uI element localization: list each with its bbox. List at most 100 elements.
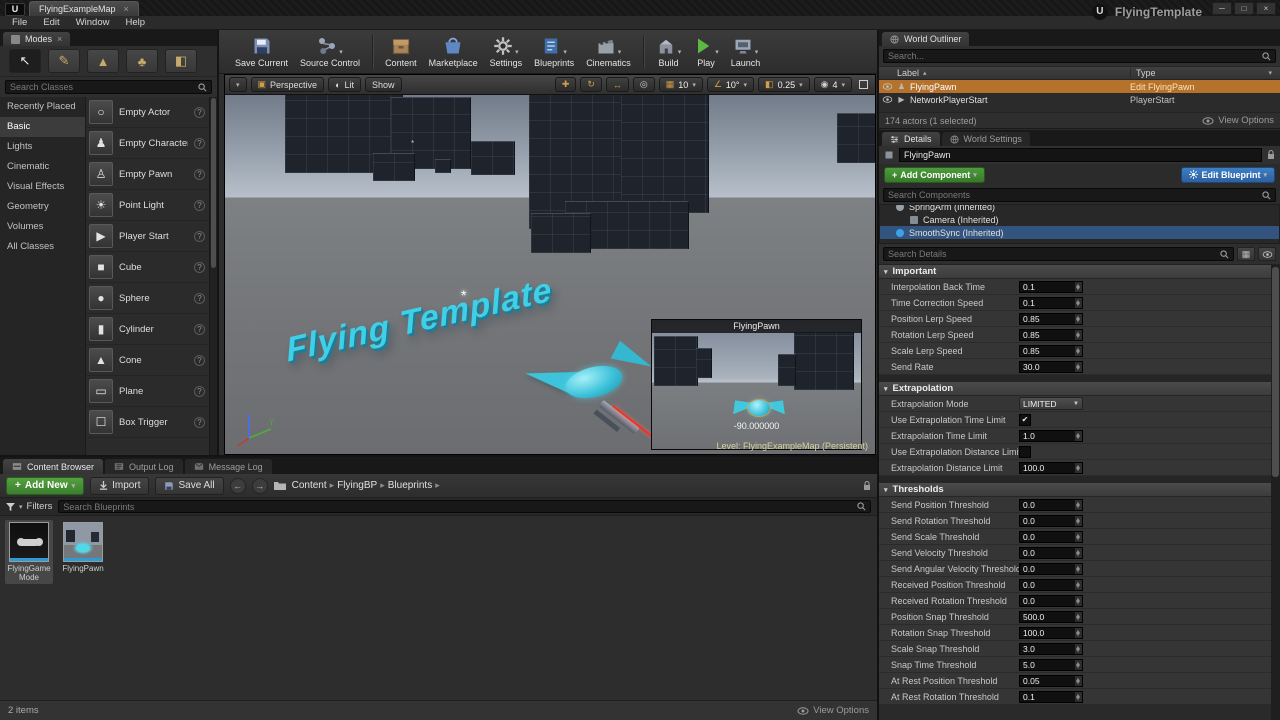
placeable-item[interactable]: ■ Cube ? <box>86 252 209 283</box>
spinner-icon[interactable] <box>1075 612 1082 622</box>
visibility-eye-icon[interactable] <box>882 83 893 90</box>
editor-mode-button[interactable]: ↖ <box>9 49 41 73</box>
close-button[interactable]: × <box>1256 2 1276 15</box>
spinner-icon[interactable] <box>1075 330 1082 340</box>
save-current-button[interactable]: Save Current <box>235 36 288 68</box>
property-value-field[interactable]: 0.05 <box>1019 675 1083 687</box>
viewport-options-button[interactable]: ▾ <box>229 77 247 92</box>
filters-button[interactable]: ▾ Filters <box>6 501 52 512</box>
modes-scrollbar[interactable] <box>209 97 217 455</box>
help-icon[interactable]: ? <box>194 293 205 304</box>
property-value-field[interactable]: 0.0 <box>1019 579 1083 591</box>
world-coordinate-button[interactable]: ◎ <box>633 77 655 92</box>
lock-icon[interactable] <box>863 481 871 491</box>
placeable-item[interactable]: ▮ Cylinder ? <box>86 314 209 345</box>
spinner-icon[interactable] <box>1075 564 1082 574</box>
tab-content-browser[interactable]: Content Browser <box>3 459 103 474</box>
spinner-icon[interactable] <box>1075 628 1082 638</box>
spinner-icon[interactable] <box>1075 431 1082 441</box>
tab-world-settings[interactable]: World Settings <box>942 132 1030 146</box>
property-value-field[interactable]: 0.85 <box>1019 345 1083 357</box>
scrollbar-thumb[interactable] <box>211 98 216 268</box>
static-mesh-cube[interactable] <box>837 113 875 163</box>
spinner-icon[interactable] <box>1075 463 1082 473</box>
help-icon[interactable]: ? <box>194 324 205 335</box>
scale-tool-button[interactable]: ↔ <box>606 77 629 92</box>
actor-type[interactable]: PlayerStart <box>1130 95 1280 105</box>
outliner-row[interactable]: ♟ FlyingPawn Edit FlyingPawn <box>879 80 1280 93</box>
back-button[interactable]: ← <box>230 478 246 494</box>
search-classes-box[interactable] <box>5 80 212 94</box>
search-components-input[interactable] <box>888 190 1259 200</box>
editor-mode-button[interactable]: ✎ <box>48 49 80 73</box>
outliner-search-box[interactable] <box>883 49 1276 63</box>
launch-button[interactable]: ▾ Launch <box>731 36 761 68</box>
outliner-row[interactable]: ▶ NetworkPlayerStart PlayerStart <box>879 93 1280 106</box>
level-viewport[interactable]: ▾ ▣Perspective ◐Lit Show ✚ ↻ ↔ ◎ ▦10▾ ∠1… <box>224 74 876 455</box>
static-mesh-cube[interactable] <box>621 95 709 213</box>
help-icon[interactable]: ? <box>194 138 205 149</box>
property-value-field[interactable]: 0.1 <box>1019 297 1083 309</box>
spinner-icon[interactable] <box>1075 692 1082 702</box>
placement-category[interactable]: Volumes <box>0 217 85 237</box>
property-value-field[interactable]: 0.0 <box>1019 563 1083 575</box>
spinner-icon[interactable] <box>1075 596 1082 606</box>
tab-modes[interactable]: Modes × <box>3 32 70 46</box>
menu-item[interactable]: Help <box>117 17 153 28</box>
property-value-field[interactable]: 0.0 <box>1019 595 1083 607</box>
breadcrumb-item[interactable]: FlyingBP <box>337 480 377 491</box>
cinematics-button[interactable]: ▾ Cinematics <box>586 36 631 68</box>
breadcrumb-item[interactable]: Blueprints <box>388 480 432 491</box>
static-mesh-cube[interactable] <box>531 213 591 253</box>
placeable-item[interactable]: ▭ Plane ? <box>86 376 209 407</box>
help-icon[interactable]: ? <box>194 169 205 180</box>
spinner-icon[interactable] <box>1075 548 1082 558</box>
spinner-icon[interactable] <box>1075 362 1082 372</box>
spinner-icon[interactable] <box>1075 516 1082 526</box>
placement-category[interactable]: Recently Placed <box>0 97 85 117</box>
preview-window[interactable]: -90.000000 FlyingPawn <box>651 319 862 450</box>
search-classes-input[interactable] <box>10 82 195 92</box>
edit-blueprint-button[interactable]: Edit Blueprint ▾ <box>1181 167 1275 183</box>
search-components-box[interactable] <box>883 188 1276 202</box>
placement-category[interactable]: Visual Effects <box>0 177 85 197</box>
map-tab[interactable]: FlyingExampleMap × <box>29 1 139 16</box>
content-button[interactable]: Content <box>385 36 417 68</box>
help-icon[interactable]: ? <box>194 262 205 273</box>
property-value-field[interactable]: 0.0 <box>1019 547 1083 559</box>
help-icon[interactable]: ? <box>194 200 205 211</box>
rotate-tool-button[interactable]: ↻ <box>580 77 602 92</box>
marketplace-button[interactable]: Marketplace <box>429 36 478 68</box>
search-assets-box[interactable] <box>58 500 871 513</box>
spinner-icon[interactable] <box>1075 644 1082 654</box>
actor-name-input[interactable] <box>899 148 1262 162</box>
perspective-button[interactable]: ▣Perspective <box>251 77 325 92</box>
lock-icon[interactable] <box>1267 150 1275 160</box>
actor-type[interactable]: Edit FlyingPawn <box>1130 82 1280 92</box>
placement-category[interactable]: Basic <box>0 117 85 137</box>
property-value-field[interactable]: 30.0 <box>1019 361 1083 373</box>
static-mesh-cube[interactable] <box>435 159 451 173</box>
placement-category[interactable]: Lights <box>0 137 85 157</box>
search-assets-input[interactable] <box>63 502 854 512</box>
placeable-item[interactable]: ♙ Empty Pawn ? <box>86 159 209 190</box>
component-row[interactable]: SmoothSync (Inherited) <box>880 226 1279 239</box>
section-header-extrapolation[interactable]: ▾ Extrapolation <box>879 382 1271 396</box>
spinner-icon[interactable] <box>1075 500 1082 510</box>
close-icon[interactable]: × <box>57 34 62 44</box>
spinner-icon[interactable] <box>1075 298 1082 308</box>
placeable-item[interactable]: ☀ Point Light ? <box>86 190 209 221</box>
placeable-item[interactable]: ○ Empty Actor ? <box>86 97 209 128</box>
property-checkbox[interactable] <box>1019 446 1031 458</box>
help-icon[interactable]: ? <box>194 231 205 242</box>
placeable-item[interactable]: ● Sphere ? <box>86 283 209 314</box>
property-value-field[interactable]: 0.85 <box>1019 313 1083 325</box>
translate-tool-button[interactable]: ✚ <box>555 77 577 92</box>
editor-mode-button[interactable]: ◧ <box>165 49 197 73</box>
tab-details[interactable]: Details <box>882 132 940 146</box>
placeable-item[interactable]: ▲ Cone ? <box>86 345 209 376</box>
help-icon[interactable]: ? <box>194 417 205 428</box>
play-button[interactable]: ▾ Play <box>693 36 719 68</box>
lit-mode-button[interactable]: ◐Lit <box>328 77 361 92</box>
maximize-button[interactable]: □ <box>1234 2 1254 15</box>
